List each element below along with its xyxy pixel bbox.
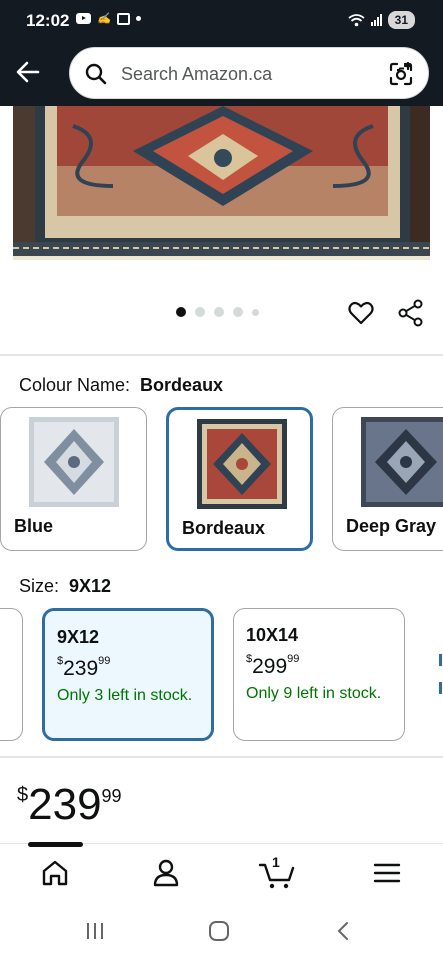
signal-icon (370, 14, 382, 26)
heart-icon[interactable] (347, 299, 375, 327)
carousel-dot[interactable] (233, 307, 243, 317)
carousel-dot[interactable] (176, 307, 186, 317)
image-carousel-dots[interactable] (176, 307, 259, 317)
search-bar[interactable] (69, 47, 429, 99)
carousel-dot[interactable] (214, 307, 224, 317)
status-time: 12:02 (26, 11, 70, 30)
home-icon[interactable] (38, 856, 72, 890)
size-option-price: $23999 (57, 655, 111, 680)
status-bar: 12:02 ✍ 31 (0, 0, 443, 42)
colour-option-label: Blue (14, 516, 54, 536)
size-option-partial-left[interactable] (0, 608, 23, 741)
colour-value: Bordeaux (140, 375, 224, 395)
share-icon[interactable] (398, 299, 424, 327)
youtube-icon (76, 13, 91, 24)
carousel-dot[interactable] (252, 308, 259, 316)
size-option-name: 10X14 (246, 625, 299, 645)
size-option-name: 9X12 (57, 627, 100, 647)
swatch-thumbnail (361, 417, 443, 507)
back-system-icon[interactable] (334, 920, 352, 942)
product-image[interactable] (13, 106, 430, 260)
camera-search-icon[interactable] (388, 61, 414, 87)
search-input[interactable] (121, 60, 381, 88)
account-icon[interactable] (149, 856, 183, 890)
app-header (0, 42, 443, 106)
bottom-navigation: 1 (0, 842, 443, 903)
system-navigation (0, 903, 443, 960)
colour-label-row: Colour Name: Bordeaux (19, 375, 223, 396)
rug-image (13, 106, 430, 260)
size-option-price: $29999 (246, 653, 300, 678)
colour-option-blue[interactable]: Blue (0, 407, 147, 551)
battery-badge: 31 (387, 11, 415, 29)
carousel-dot[interactable] (195, 307, 205, 317)
back-arrow-icon[interactable] (12, 56, 44, 88)
colour-option-bordeaux[interactable]: Bordeaux (166, 407, 313, 551)
size-label: Size: (19, 576, 60, 596)
home-system-icon[interactable] (208, 920, 230, 942)
colour-label: Colour Name: (19, 375, 131, 395)
size-option-10x14[interactable]: 10X14 $29999 Only 9 left in stock. (233, 608, 405, 741)
screenshot-icon (116, 12, 130, 25)
active-tab-indicator (28, 842, 83, 847)
wifi-icon (348, 14, 365, 27)
size-value: 9X12 (69, 576, 112, 596)
signature-icon: ✍ (97, 13, 111, 25)
dot-icon (135, 16, 141, 21)
search-icon (85, 63, 107, 85)
colour-option-label: Deep Gray (346, 516, 437, 536)
colour-option-label: Bordeaux (182, 518, 266, 538)
cart-button[interactable]: 1 (258, 854, 298, 890)
stock-message: Only 9 left in stock. (246, 685, 382, 702)
size-option-partial-right[interactable] (425, 608, 443, 741)
section-divider (0, 756, 443, 758)
colour-option-deep-gray[interactable]: Deep Gray (332, 407, 443, 551)
swatch-thumbnail (197, 419, 287, 509)
product-price: $23999 (17, 780, 122, 829)
size-option-9x12[interactable]: 9X12 $23999 Only 3 left in stock. (42, 608, 214, 741)
cart-count: 1 (272, 854, 280, 870)
menu-icon[interactable] (370, 856, 404, 890)
section-divider (0, 354, 443, 356)
size-label-row: Size: 9X12 (19, 576, 111, 597)
swatch-thumbnail (29, 417, 119, 507)
recent-apps-icon[interactable] (84, 920, 106, 942)
stock-message: Only 3 left in stock. (57, 687, 193, 704)
